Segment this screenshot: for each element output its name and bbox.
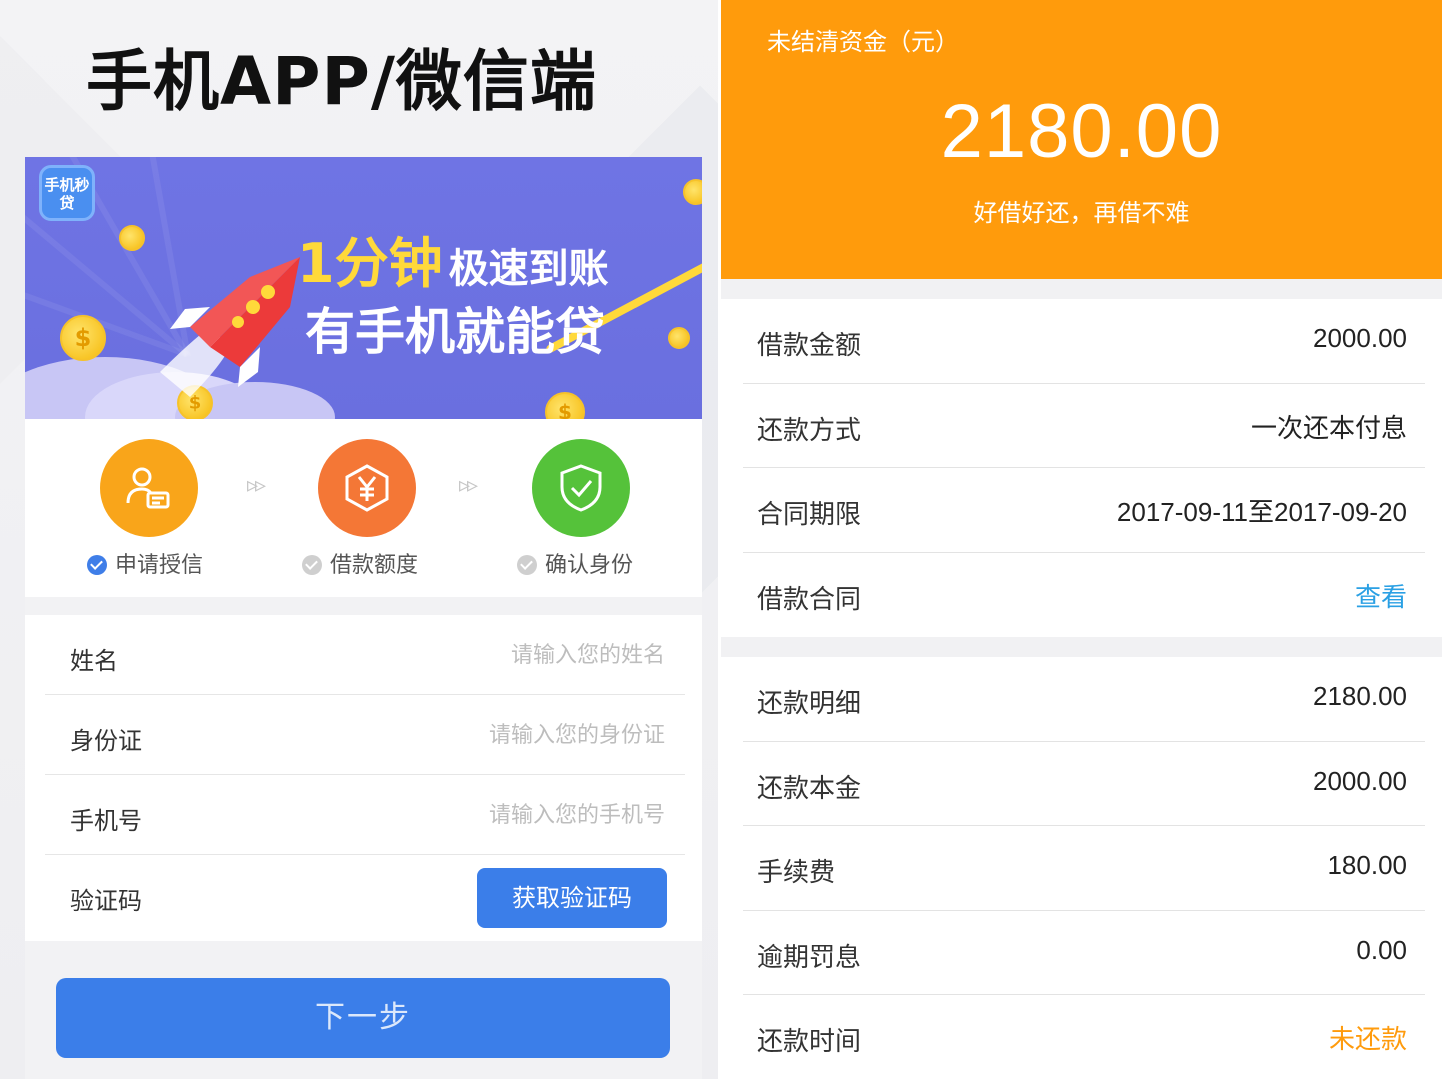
yuan-hexagon-icon (318, 439, 416, 537)
step-arrow-icon: ▹▹ (247, 473, 266, 498)
info-row-repay-detail: 还款明细 2180.00 (743, 657, 1425, 742)
phone-label: 手机号 (70, 807, 142, 835)
code-label: 验证码 (70, 887, 142, 915)
info-label: 逾期罚息 (757, 942, 862, 973)
info-value: 2000.00 (1313, 323, 1407, 353)
step-label: 确认身份 (545, 553, 634, 578)
view-contract-link[interactable]: 查看 (1355, 577, 1407, 614)
info-value: 0.00 (1356, 934, 1407, 965)
balance-header: 未结清资金（元） 2180.00 好借好还，再借不难 (721, 0, 1442, 279)
name-label: 姓名 (70, 647, 118, 675)
right-panel: 未结清资金（元） 2180.00 好借好还，再借不难 借款金额 2000.00 … (721, 0, 1442, 1079)
step-label: 借款额度 (330, 553, 419, 578)
balance-amount: 2180.00 (940, 89, 1223, 174)
phone-input[interactable] (345, 799, 665, 831)
balance-label: 未结清资金（元） (767, 28, 959, 56)
promo-banner[interactable]: 手机秒贷 $ $ $ 1分钟 极速到账 有手机就能贷 (25, 157, 702, 419)
step-arrow-icon: ▹▹ (459, 473, 478, 498)
info-row-penalty: 逾期罚息 0.00 (743, 911, 1425, 995)
info-row-repay-time: 还款时间 未还款 (743, 995, 1425, 1079)
info-value: 2017-09-11至2017-09-20 (1116, 497, 1407, 527)
application-form: 姓名 身份证 手机号 验证码 获取验证码 (25, 615, 702, 941)
info-label: 还款本金 (757, 773, 862, 804)
info-label: 借款合同 (757, 584, 862, 615)
info-label: 手续费 (757, 858, 836, 888)
info-label: 还款方式 (757, 415, 862, 446)
info-value: 180.00 (1327, 850, 1407, 880)
info-label: 还款明细 (757, 689, 862, 719)
code-row: 验证码 获取验证码 (45, 855, 685, 935)
info-label: 合同期限 (757, 500, 862, 530)
info-row-fee: 手续费 180.00 (743, 826, 1425, 911)
rocket-icon (160, 257, 300, 397)
id-card-icon (100, 439, 198, 537)
info-row-repay-method: 还款方式 一次还本付息 (743, 384, 1425, 468)
name-row: 姓名 (45, 615, 685, 695)
left-panel: 手机APP/微信端 手机秒贷 $ $ $ 1分钟 极速到账 有手机就能贷 ▹▹ … (0, 0, 718, 1079)
banner-subhead: 极速到账 (448, 246, 609, 292)
id-row: 身份证 (45, 695, 685, 775)
check-icon (517, 555, 537, 575)
coin-symbol: $ (74, 324, 92, 352)
coin-icon: $ (60, 315, 106, 361)
info-row-loan-amount: 借款金额 2000.00 (743, 299, 1425, 384)
step-label: 申请授信 (115, 553, 204, 578)
banner-headline: 1分钟 极速到账 (297, 219, 609, 298)
check-icon (302, 555, 322, 575)
balance-slogan: 好借好还，再借不难 (973, 199, 1190, 227)
banner-highlight: 1分钟 (297, 232, 443, 295)
repayment-card: 还款明细 2180.00 还款本金 2000.00 手续费 180.00 逾期罚… (721, 657, 1442, 1079)
app-logo: 手机秒贷 (39, 165, 95, 221)
name-input[interactable] (345, 639, 665, 671)
phone-screen: 手机秒贷 $ $ $ 1分钟 极速到账 有手机就能贷 ▹▹ ▹▹ 申请授信 借款… (25, 157, 702, 1079)
banner-tagline: 有手机就能贷 (305, 303, 605, 361)
coin-icon: $ (545, 392, 585, 419)
coin-icon (119, 225, 145, 251)
loan-info-card: 借款金额 2000.00 还款方式 一次还本付息 合同期限 2017-09-11… (721, 299, 1442, 637)
check-icon (87, 555, 107, 575)
info-value: 2180.00 (1313, 681, 1407, 711)
info-row-principal: 还款本金 2000.00 (743, 742, 1425, 826)
coin-symbol: $ (558, 400, 572, 419)
phone-row: 手机号 (45, 775, 685, 855)
step-loan-limit[interactable]: 借款额度 (302, 547, 418, 579)
info-row-contract: 借款合同 查看 (743, 553, 1425, 638)
info-row-contract-term: 合同期限 2017-09-11至2017-09-20 (743, 468, 1425, 553)
step-apply-credit[interactable]: 申请授信 (87, 547, 203, 579)
id-number-input[interactable] (345, 719, 665, 751)
progress-steps: ▹▹ ▹▹ 申请授信 借款额度 确认身份 (25, 419, 702, 597)
shield-check-icon (532, 439, 630, 537)
coin-icon (683, 179, 702, 205)
next-step-button[interactable]: 下一步 (56, 978, 670, 1058)
info-label: 借款金额 (757, 331, 862, 361)
step-verify-identity[interactable]: 确认身份 (517, 547, 633, 579)
repay-status: 未还款 (1328, 1024, 1407, 1054)
panel-title: 手机APP/微信端 (86, 43, 597, 120)
get-code-button[interactable]: 获取验证码 (477, 868, 667, 928)
coin-icon (668, 327, 690, 349)
info-label: 还款时间 (757, 1027, 862, 1057)
id-label: 身份证 (70, 727, 142, 755)
info-value: 2000.00 (1313, 765, 1407, 796)
info-value: 一次还本付息 (1250, 412, 1407, 443)
